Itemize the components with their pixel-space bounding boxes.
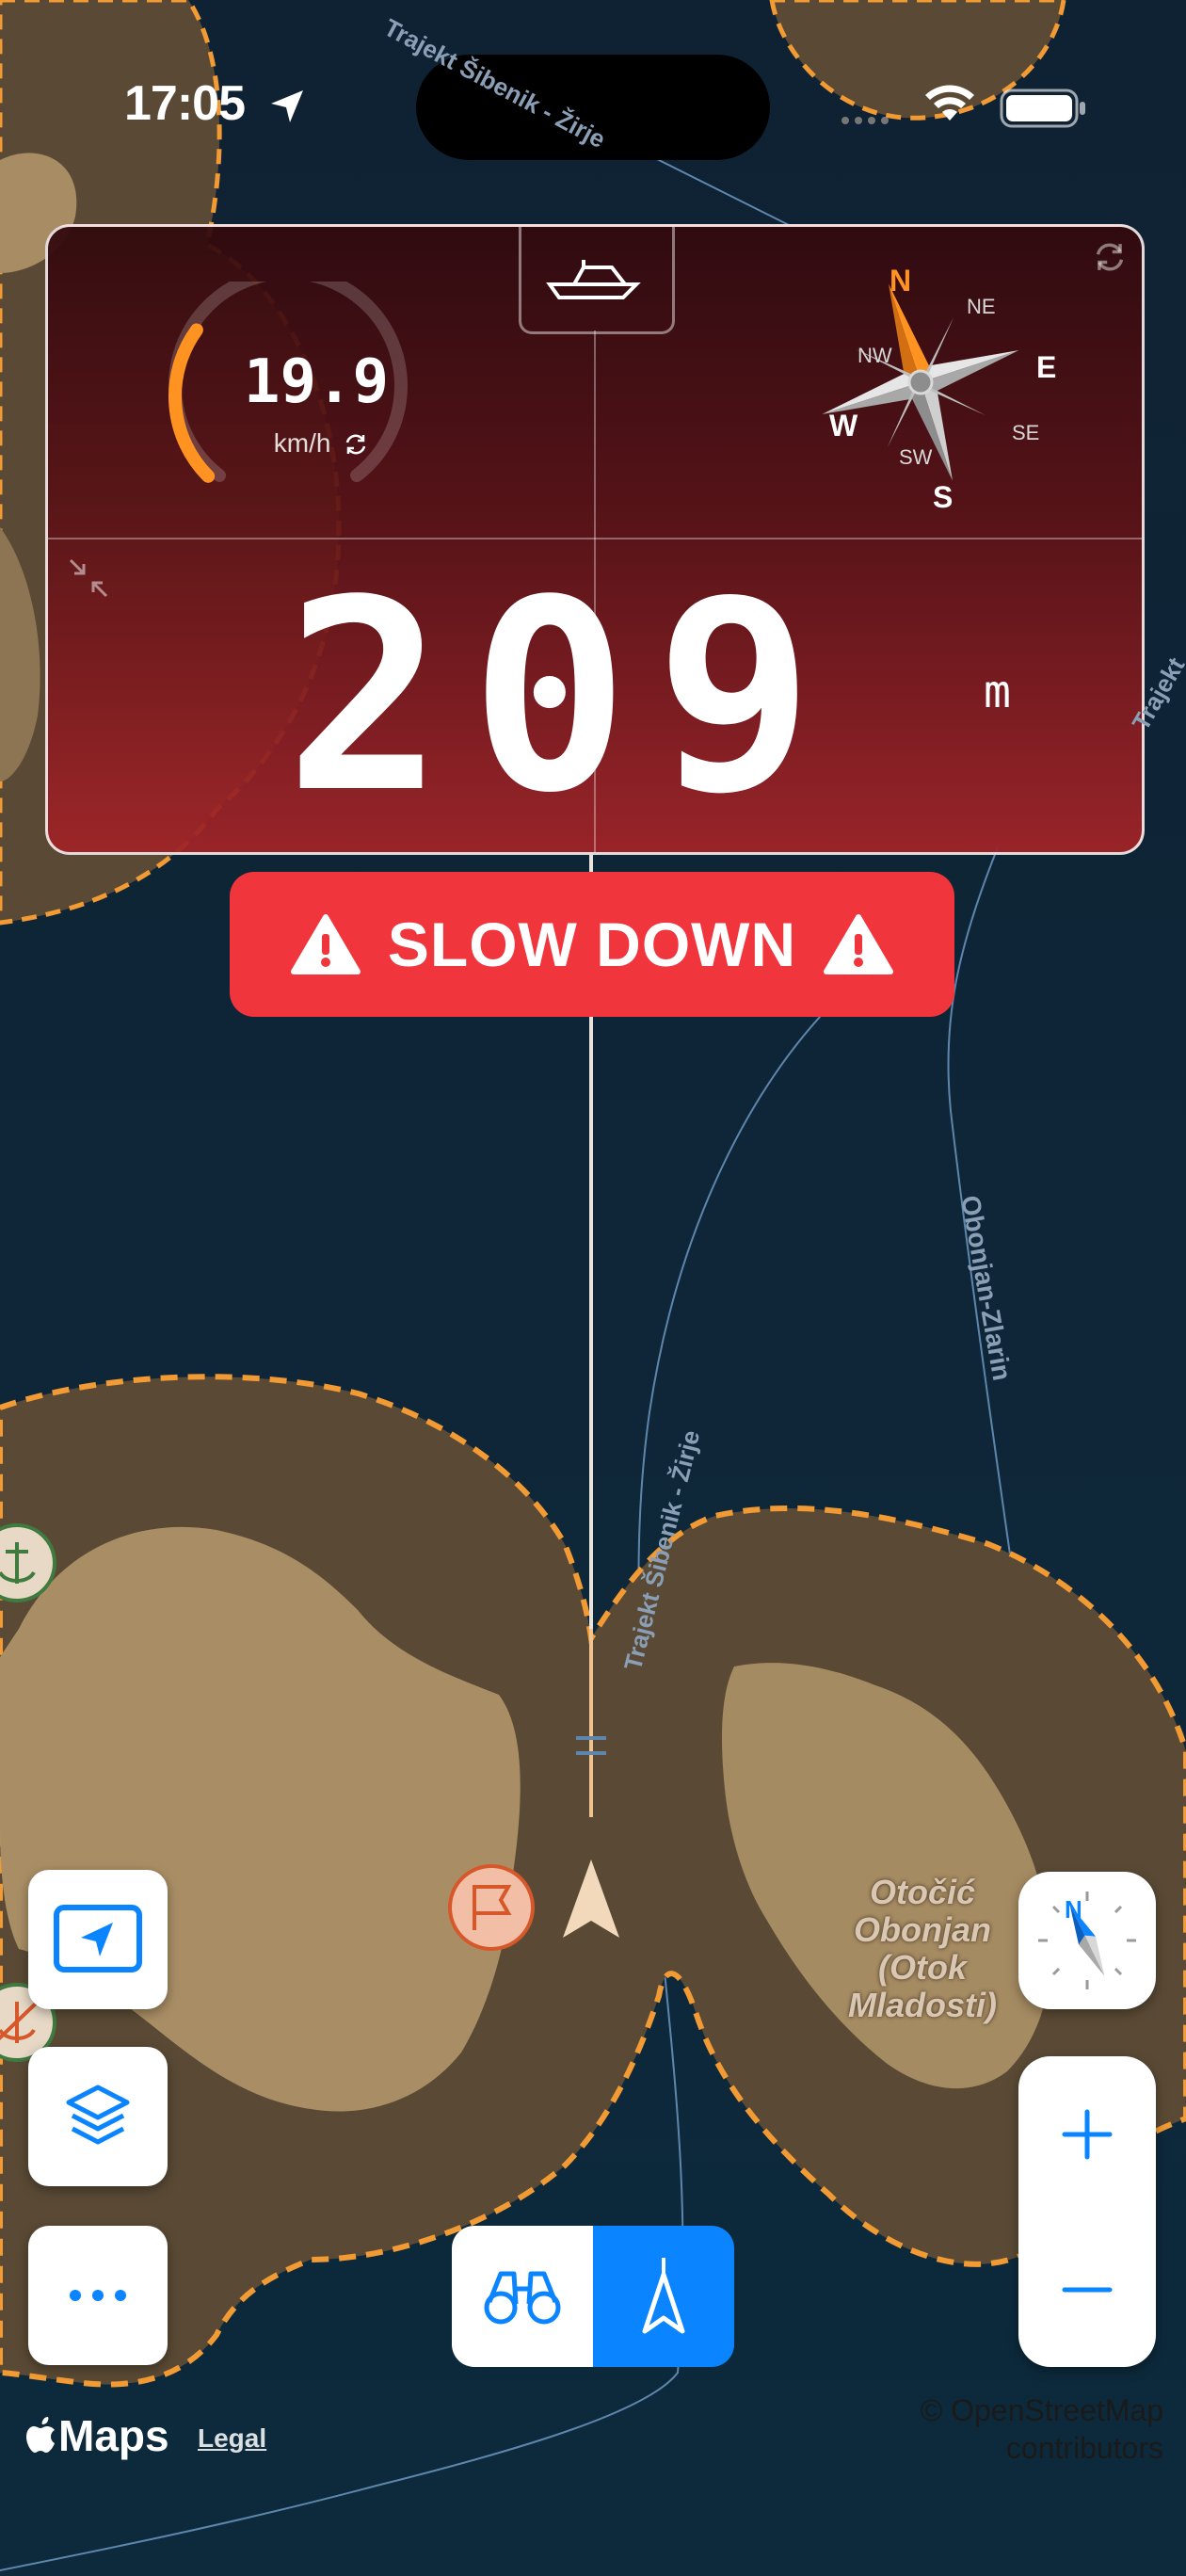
island-label: Otočić Obonjan (Otok Mladosti) [848,1873,997,2024]
wifi-icon [925,85,974,121]
warning-triangle-icon [824,914,894,974]
collapse-icon[interactable] [67,556,110,600]
navigate-screen-button[interactable] [28,1870,168,2009]
maps-logo-text: Maps [58,2411,169,2460]
view-mode-toggle[interactable] [452,2226,734,2367]
compass-ne: NE [967,295,996,318]
map-attribution[interactable]: © OpenStreetMap contributors [885,2391,1163,2467]
compass-sw: SW [899,445,933,469]
compass-n: N [890,264,911,298]
more-icon [70,2290,126,2301]
layers-icon [66,2085,130,2145]
sync-icon [346,434,366,455]
explore-mode-button[interactable] [452,2226,593,2367]
compass-nw: NW [857,344,892,367]
status-time: 17:05 [124,76,246,131]
compass-button[interactable]: N [1018,1872,1156,2009]
svg-text:N: N [1065,1895,1082,1924]
apple-maps-logo: Maps [26,2410,169,2461]
zoom-control [1018,2056,1156,2367]
speed-unit: km/h [273,428,331,458]
more-button[interactable] [28,2226,168,2365]
cellular-signal-icon [841,117,889,124]
compass-icon: N [1038,1892,1136,1989]
anchor-icon [0,1523,56,1602]
distance-value: 209 [285,544,841,851]
navigate-screen-icon [54,1905,142,1972]
warning-text: SLOW DOWN [387,910,797,979]
speed-unit-row[interactable]: km/h [227,428,415,459]
legal-link[interactable]: Legal [198,2423,266,2454]
binoculars-icon [484,2271,561,2325]
layers-button[interactable] [28,2047,168,2186]
navigate-mode-button[interactable] [593,2226,734,2367]
plus-icon[interactable] [1061,2108,1114,2161]
distance-unit: m [984,666,1011,718]
compass-w: W [829,409,858,443]
slow-down-banner: SLOW DOWN [230,872,954,1017]
minus-icon[interactable] [1061,2263,1114,2316]
warning-triangle-icon [290,914,361,974]
attribution-line: contributors [1005,2431,1163,2465]
compass-s: S [933,480,953,509]
compass-se: SE [1012,421,1039,444]
navigation-arrow-icon [642,2258,685,2334]
navigation-panel: 19.9 km/h N NE E SE S SW W NW 209 m [45,224,1145,855]
compass-e: E [1036,350,1056,384]
attribution-line: © OpenStreetMap [920,2393,1163,2427]
battery-icon [1000,89,1085,128]
speed-value: 19.9 [243,347,390,417]
panel-divider [48,538,1142,539]
boat-icon [546,260,641,299]
location-arrow-icon [271,90,303,122]
flag-icon [448,1864,535,1951]
apple-logo-icon [26,2417,55,2453]
boat-mode-tab[interactable] [519,227,675,334]
sync-icon[interactable] [1093,240,1127,274]
compass-rose-icon: N NE E SE S SW W NW [822,264,1056,509]
